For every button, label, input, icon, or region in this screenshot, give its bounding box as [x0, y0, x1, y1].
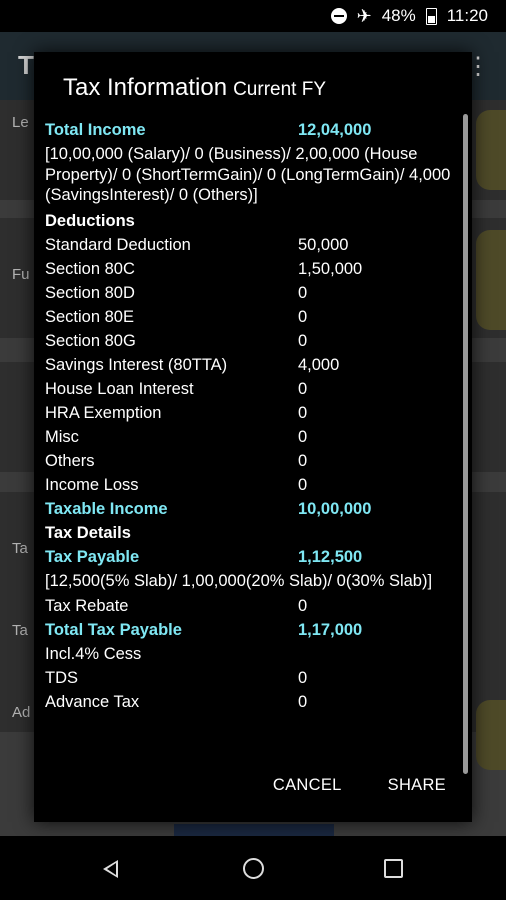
row-label: Taxable Income	[45, 499, 168, 518]
row-label: Section 80C	[45, 259, 135, 278]
deduction-row: Section 80E 0	[45, 305, 455, 329]
navigation-bar	[0, 836, 506, 900]
row-label: Others	[45, 451, 95, 470]
taxable-income-row: Taxable Income 10,00,000	[45, 497, 455, 521]
row-value: 0	[298, 331, 308, 350]
row-label: Tax Rebate	[45, 597, 129, 615]
row-value: 12,04,000	[298, 121, 372, 139]
total-income-row: Total Income 12,04,000	[45, 118, 455, 142]
background-accent	[476, 110, 506, 190]
dialog-actions: CANCEL SHARE	[273, 776, 446, 795]
row-value: 0	[298, 403, 308, 422]
deduction-row: Income Loss 0	[45, 473, 455, 497]
row-label: Income Loss	[45, 475, 139, 494]
dialog-subtitle: Current FY	[233, 79, 326, 100]
income-breakdown: [10,00,000 (Salary)/ 0 (Business)/ 2,00,…	[45, 145, 451, 204]
deduction-row: Standard Deduction 50,000	[45, 233, 455, 257]
cess-note: Incl.4% Cess	[45, 642, 455, 666]
airplane-mode-icon: ✈	[356, 6, 372, 26]
row-value: 4,000	[298, 355, 340, 374]
background-accent	[476, 230, 506, 330]
row-label: Total Tax Payable	[45, 621, 182, 639]
status-icons: ✈ 48% 11:20	[330, 6, 488, 26]
row-label: House Loan Interest	[45, 379, 194, 398]
section-heading: Tax Details	[45, 523, 131, 542]
row-value: 0	[298, 451, 308, 470]
background-app-title: T	[18, 50, 34, 80]
deduction-row: HRA Exemption 0	[45, 401, 455, 425]
row-label: Savings Interest (80TTA)	[45, 355, 228, 374]
row-value: 10,00,000	[298, 499, 372, 518]
background-accent	[476, 700, 506, 770]
row-label: HRA Exemption	[45, 403, 162, 422]
background-label: Ad	[12, 704, 31, 721]
share-button[interactable]: SHARE	[388, 776, 446, 795]
cess-note-text: Incl.4% Cess	[45, 645, 142, 663]
battery-percent: 48%	[381, 6, 416, 25]
deduction-row: Others 0	[45, 449, 455, 473]
total-tax-payable-row: Total Tax Payable 1,17,000	[45, 618, 455, 642]
recent-apps-icon[interactable]	[384, 859, 403, 878]
scrollbar[interactable]	[463, 114, 468, 774]
clock: 11:20	[446, 6, 488, 25]
row-label: Section 80E	[45, 307, 134, 326]
do-not-disturb-icon	[330, 8, 347, 24]
row-label: Total Income	[45, 121, 146, 139]
tax-rebate-row: Tax Rebate 0	[45, 594, 455, 618]
deduction-row: Section 80G 0	[45, 329, 455, 353]
row-value: 0	[298, 693, 308, 711]
row-label: Misc	[45, 427, 79, 446]
slab-breakdown: [12,500(5% Slab)/ 1,00,000(20% Slab)/ 0(…	[45, 571, 433, 590]
deduction-row: Misc 0	[45, 425, 455, 449]
row-label: Standard Deduction	[45, 235, 191, 254]
row-value: 0	[298, 597, 308, 615]
row-value: 0	[298, 669, 308, 687]
background-label: Le	[12, 114, 29, 131]
background-label: Fu	[12, 266, 30, 283]
deduction-row: Savings Interest (80TTA) 4,000	[45, 353, 455, 377]
row-value: 1,12,500	[298, 547, 363, 566]
tax-details-heading: Tax Details	[45, 521, 455, 545]
advance-tax-row: Advance Tax 0	[45, 690, 455, 714]
row-value: 0	[298, 475, 308, 494]
deduction-row: Section 80C 1,50,000	[45, 257, 455, 281]
deduction-row: House Loan Interest 0	[45, 377, 455, 401]
row-value: 0	[298, 283, 308, 302]
background-label: Ta	[12, 622, 28, 639]
deduction-row: Section 80D 0	[45, 281, 455, 305]
row-label: TDS	[45, 669, 78, 687]
background-label: Ta	[12, 540, 28, 557]
tds-row: TDS 0	[45, 666, 455, 690]
row-label: Section 80D	[45, 283, 135, 302]
status-bar: ✈ 48% 11:20	[0, 0, 506, 32]
row-value: 50,000	[298, 235, 349, 254]
battery-icon	[425, 7, 437, 25]
deductions-heading: Deductions	[45, 209, 455, 233]
back-icon[interactable]	[103, 860, 118, 878]
row-label: Tax Payable	[45, 547, 140, 566]
dialog-content[interactable]: Total Income 12,04,000 [10,00,000 (Salar…	[45, 118, 455, 714]
dialog-title-text: Tax Information	[63, 74, 228, 101]
tax-payable-row: Tax Payable 1,12,500	[45, 545, 455, 569]
row-label: Advance Tax	[45, 693, 140, 711]
row-value: 0	[298, 379, 308, 398]
row-label: Section 80G	[45, 331, 136, 350]
cancel-button[interactable]: CANCEL	[273, 776, 342, 795]
dialog-title: Tax Information Current FY	[63, 74, 326, 102]
section-heading: Deductions	[45, 211, 135, 230]
row-value: 1,17,000	[298, 621, 363, 639]
tax-information-dialog: Tax Information Current FY Total Income 1…	[34, 52, 472, 822]
home-icon[interactable]	[243, 858, 264, 879]
row-value: 1,50,000	[298, 259, 363, 278]
row-value: 0	[298, 427, 308, 446]
row-value: 0	[298, 307, 308, 326]
